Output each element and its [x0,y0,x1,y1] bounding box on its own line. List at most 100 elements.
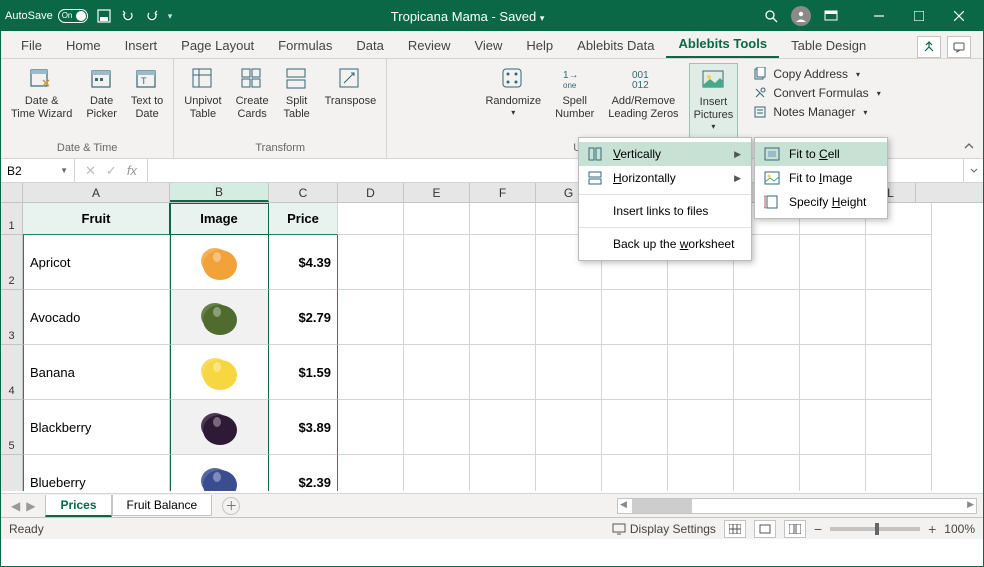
cell[interactable] [668,345,734,400]
spell-number[interactable]: 1→oneSpell Number [551,63,598,142]
horizontal-scrollbar[interactable]: ◀▶ [617,498,977,514]
cell[interactable] [866,235,932,290]
cell[interactable] [470,455,536,491]
convert-formulas[interactable]: Convert Formulas ▾ [748,84,884,102]
tab-home[interactable]: Home [54,33,113,58]
date-picker[interactable]: Date Picker [82,63,121,142]
unpivot-table[interactable]: Unpivot Table [180,63,225,142]
row-header[interactable]: 1 [1,203,23,235]
row-header[interactable]: 6 [1,455,23,491]
enter-formula-icon[interactable]: ✓ [106,163,117,179]
menu-backup-worksheet[interactable]: Back up the worksheet [579,232,751,256]
col-header[interactable]: C [269,183,338,202]
maximize-button[interactable] [899,1,939,31]
cell[interactable] [800,400,866,455]
row-header[interactable]: 5 [1,400,23,455]
tab-insert[interactable]: Insert [113,33,170,58]
cell[interactable] [800,290,866,345]
tab-ablebits-tools[interactable]: Ablebits Tools [666,31,779,58]
cell[interactable] [866,455,932,491]
cell[interactable] [470,345,536,400]
cell-image[interactable] [170,290,269,345]
share-button[interactable] [917,36,941,58]
sheet-nav-prev[interactable]: ◀ [11,499,20,513]
randomize[interactable]: Randomize▾ [481,63,545,142]
normal-view-icon[interactable] [724,520,746,538]
transpose[interactable]: Transpose [321,63,381,142]
leading-zeros[interactable]: 001012Add/Remove Leading Zeros [604,63,682,142]
cell[interactable] [338,290,404,345]
tab-ablebits-data[interactable]: Ablebits Data [565,33,666,58]
cell-price[interactable]: $2.79 [269,290,338,345]
cell[interactable] [536,400,602,455]
cell[interactable] [734,400,800,455]
zoom-in-icon[interactable]: + [928,521,936,537]
cell[interactable] [668,400,734,455]
page-layout-view-icon[interactable] [754,520,776,538]
cell[interactable] [470,235,536,290]
copy-address[interactable]: Copy Address ▾ [748,65,884,83]
zoom-level[interactable]: 100% [944,522,975,536]
cell[interactable] [602,455,668,491]
close-button[interactable] [939,1,979,31]
cell[interactable] [404,345,470,400]
cell[interactable] [536,290,602,345]
cell-fruit[interactable]: Banana [23,345,170,400]
cell[interactable] [734,455,800,491]
search-icon[interactable] [763,8,779,24]
cell-price[interactable]: $4.39 [269,235,338,290]
minimize-button[interactable] [859,1,899,31]
cell-image[interactable] [170,400,269,455]
add-sheet-button[interactable]: ＋ [222,497,240,515]
col-header[interactable]: B [170,183,269,202]
redo-icon[interactable] [144,8,160,24]
cell-fruit[interactable]: Avocado [23,290,170,345]
page-break-view-icon[interactable] [784,520,806,538]
cell[interactable] [470,290,536,345]
tab-file[interactable]: File [9,33,54,58]
cell-price[interactable]: $3.89 [269,400,338,455]
menu-specify-height[interactable]: Specify Height [755,190,887,214]
cell[interactable] [536,345,602,400]
menu-fit-to-image[interactable]: Fit to Image [755,166,887,190]
cell[interactable] [536,455,602,491]
cell[interactable] [338,400,404,455]
text-to-date[interactable]: TText to Date [127,63,167,142]
cell[interactable] [602,290,668,345]
menu-fit-to-cell[interactable]: Fit to Cell [755,142,887,166]
cell[interactable] [404,455,470,491]
display-settings[interactable]: Display Settings [612,522,716,536]
select-all-corner[interactable] [1,183,23,202]
split-table[interactable]: Split Table [279,63,315,142]
zoom-out-icon[interactable]: − [814,521,822,537]
col-header[interactable]: E [404,183,470,202]
fx-icon[interactable]: fx [127,163,137,178]
cell[interactable] [338,235,404,290]
tab-review[interactable]: Review [396,33,463,58]
cell[interactable] [404,235,470,290]
cell-image[interactable] [170,235,269,290]
table-header[interactable]: Image [170,203,269,235]
tab-view[interactable]: View [462,33,514,58]
worksheet-grid[interactable]: A B C D E F G H I J K L 1 Fruit Image Pr… [1,183,983,493]
sheet-tab-fruit-balance[interactable]: Fruit Balance [112,495,213,516]
cell[interactable] [866,290,932,345]
collapse-ribbon-icon[interactable] [963,140,977,154]
sheet-tab-prices[interactable]: Prices [45,495,111,517]
notes-manager[interactable]: Notes Manager ▾ [748,103,884,121]
expand-formula-icon[interactable] [963,159,983,182]
chevron-down-icon[interactable]: ▼ [60,166,68,175]
table-header[interactable]: Price [269,203,338,235]
user-avatar[interactable] [791,6,811,26]
tab-formulas[interactable]: Formulas [266,33,344,58]
ribbon-display-icon[interactable] [823,8,839,24]
tab-table-design[interactable]: Table Design [779,33,878,58]
cell-fruit[interactable]: Blueberry [23,455,170,491]
cell[interactable] [602,400,668,455]
cell[interactable] [338,203,404,235]
table-header[interactable]: Fruit [23,203,170,235]
sheet-nav-next[interactable]: ▶ [26,499,35,513]
cell[interactable] [800,345,866,400]
cell[interactable] [404,290,470,345]
tab-page-layout[interactable]: Page Layout [169,33,266,58]
